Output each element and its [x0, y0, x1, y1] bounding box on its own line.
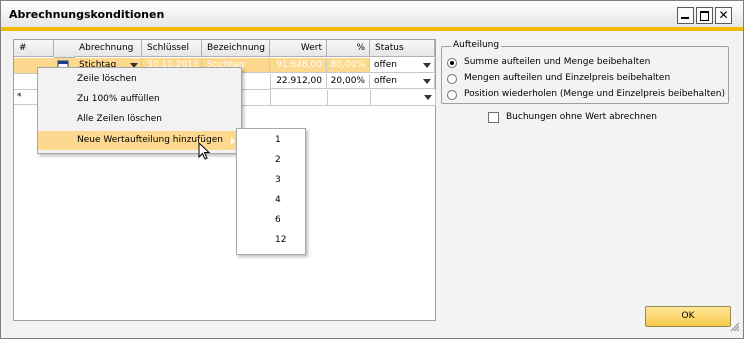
close-icon: ✕: [718, 8, 729, 22]
submenu-item-12[interactable]: 12: [275, 231, 299, 249]
chevron-right-icon: [231, 137, 235, 145]
menu-item-label: Alle Zeilen löschen: [77, 114, 162, 124]
status-select[interactable]: offen: [370, 74, 435, 89]
radio-label: Summe aufteilen und Menge beibehalten: [464, 57, 651, 67]
submenu: 1 2 3 4 6 12: [236, 128, 306, 255]
status-select[interactable]: [370, 90, 436, 106]
radio-label: Mengen aufteilen und Einzelpreis beibeha…: [464, 73, 671, 83]
column-header-number[interactable]: #: [14, 40, 54, 57]
status-select[interactable]: offen: [370, 58, 435, 73]
prozent-cell[interactable]: [327, 90, 371, 106]
column-header-prozent[interactable]: %: [327, 40, 370, 57]
status-value: offen: [374, 76, 397, 86]
column-header-schluessel[interactable]: Schlüssel: [142, 40, 202, 57]
context-menu: Zeile löschen Zu 100% auffüllen Alle Zei…: [37, 67, 242, 154]
wert-cell[interactable]: 91.648,00: [270, 58, 327, 73]
column-header-status[interactable]: Status: [370, 40, 435, 57]
menu-item-zeile-loeschen[interactable]: Zeile löschen: [38, 70, 241, 89]
status-value: offen: [374, 60, 397, 70]
resize-grip-icon[interactable]: [728, 320, 740, 332]
column-header-wert[interactable]: Wert: [270, 40, 327, 57]
submenu-item-2[interactable]: 2: [275, 151, 299, 169]
submenu-item-6[interactable]: 6: [275, 211, 299, 229]
radio-button[interactable]: [447, 74, 457, 84]
column-header-abrechnung[interactable]: Abrechnung: [74, 40, 142, 57]
column-header-bezeichnung[interactable]: Bezeichnung: [202, 40, 270, 57]
close-button[interactable]: ✕: [715, 7, 732, 24]
menu-item-label: Zu 100% auffüllen: [77, 94, 160, 104]
prozent-cell[interactable]: 80,00%: [327, 58, 370, 73]
menu-item-label: Zeile löschen: [77, 74, 137, 84]
checkbox-buchungen-ohne-wert[interactable]: Buchungen ohne Wert abrechnen: [488, 111, 718, 125]
menu-item-zu-100-auffuellen[interactable]: Zu 100% auffüllen: [38, 90, 241, 109]
maximize-button[interactable]: [696, 7, 713, 24]
title-accent-bar: [1, 27, 743, 31]
column-header-blank: [54, 40, 75, 58]
chevron-down-icon: [423, 79, 431, 84]
radio-mengen-aufteilen[interactable]: Mengen aufteilen und Einzelpreis beibeha…: [447, 72, 707, 86]
window-title: Abrechnungskonditionen: [9, 8, 165, 21]
prozent-cell[interactable]: 20,00%: [327, 74, 370, 89]
submenu-item-1[interactable]: 1: [275, 131, 299, 149]
maximize-icon: [700, 11, 709, 21]
aufteilung-legend: Aufteilung: [451, 40, 502, 50]
wert-cell[interactable]: [270, 90, 328, 106]
chevron-down-icon: [423, 63, 431, 68]
minimize-button[interactable]: [677, 7, 694, 24]
radio-button[interactable]: [447, 90, 457, 100]
radio-label: Position wiederholen (Menge und Einzelpr…: [464, 89, 725, 99]
radio-position-wiederholen[interactable]: Position wiederholen (Menge und Einzelpr…: [447, 88, 725, 102]
radio-summe-aufteilen[interactable]: Summe aufteilen und Menge beibehalten: [447, 56, 707, 70]
checkbox[interactable]: [488, 112, 499, 123]
submenu-item-4[interactable]: 4: [275, 191, 299, 209]
wert-cell[interactable]: 22.912,00: [270, 74, 327, 89]
title-bar: Abrechnungskonditionen ✕: [1, 1, 743, 31]
minimize-icon: [681, 17, 689, 19]
chevron-down-icon: [424, 95, 432, 100]
submenu-item-3[interactable]: 3: [275, 171, 299, 189]
mouse-cursor-icon: [198, 142, 211, 160]
checkbox-label: Buchungen ohne Wert abrechnen: [506, 112, 657, 122]
radio-button-selected[interactable]: [447, 58, 457, 68]
menu-item-alle-zeilen-loeschen[interactable]: Alle Zeilen löschen: [38, 110, 241, 129]
ok-button[interactable]: OK: [645, 306, 731, 327]
